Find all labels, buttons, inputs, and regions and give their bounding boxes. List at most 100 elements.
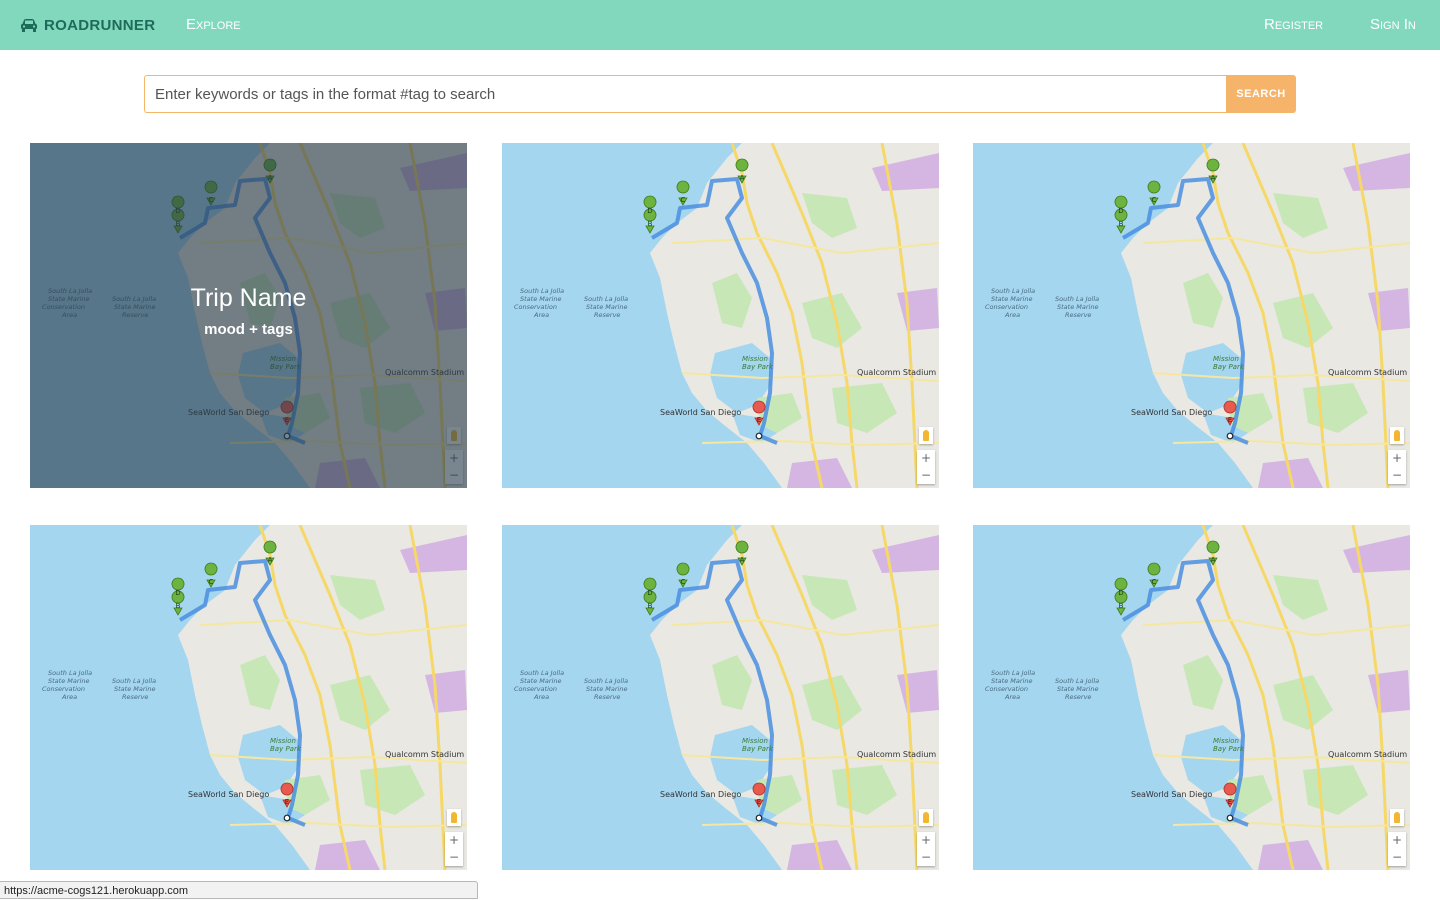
nav-register[interactable]: Register xyxy=(1264,0,1323,50)
svg-text:E: E xyxy=(1228,416,1232,424)
brand-link[interactable]: ROADRUNNER xyxy=(20,0,155,50)
svg-text:Mission: Mission xyxy=(742,355,768,363)
svg-text:Conservation: Conservation xyxy=(514,303,557,311)
svg-text:Bay Park: Bay Park xyxy=(1213,363,1245,371)
zoom-in-icon[interactable]: + xyxy=(1388,832,1406,849)
trip-card[interactable]: South La Jolla State Marine Conservation… xyxy=(502,525,939,870)
search-bar: SEARCH xyxy=(144,75,1296,113)
svg-text:State Marine: State Marine xyxy=(114,685,155,693)
zoom-in-icon[interactable]: + xyxy=(1388,450,1406,467)
svg-text:E: E xyxy=(1228,798,1232,806)
svg-text:State Marine: State Marine xyxy=(991,295,1032,303)
trip-name: Trip Name xyxy=(190,283,307,312)
zoom-out-icon[interactable]: − xyxy=(445,849,463,866)
svg-text:D: D xyxy=(647,589,652,597)
zoom-in-icon[interactable]: + xyxy=(917,450,935,467)
svg-text:A: A xyxy=(740,174,745,182)
trip-card[interactable]: South La Jolla State Marine Conservation… xyxy=(30,143,467,488)
svg-text:Qualcomm Stadium: Qualcomm Stadium xyxy=(385,750,464,759)
map-zoom-control: + − xyxy=(917,450,935,484)
svg-text:Qualcomm Stadium: Qualcomm Stadium xyxy=(1328,750,1407,759)
svg-text:State Marine: State Marine xyxy=(991,677,1032,685)
svg-text:Area: Area xyxy=(533,311,549,319)
trip-hover-overlay: Trip Name mood + tags xyxy=(30,143,467,488)
svg-text:Bay Park: Bay Park xyxy=(742,363,774,371)
svg-text:South La Jolla: South La Jolla xyxy=(520,669,564,677)
svg-text:Reserve: Reserve xyxy=(1065,693,1091,701)
svg-text:E: E xyxy=(285,798,289,806)
svg-text:D: D xyxy=(175,589,180,597)
street-view-pegman-icon[interactable] xyxy=(1390,809,1404,826)
svg-text:Mission: Mission xyxy=(1213,355,1239,363)
brand-label: ROADRUNNER xyxy=(44,16,156,34)
street-view-pegman-icon[interactable] xyxy=(447,809,461,826)
svg-text:D: D xyxy=(1118,207,1123,215)
svg-text:B: B xyxy=(176,602,181,610)
svg-text:SeaWorld San Diego: SeaWorld San Diego xyxy=(188,790,269,799)
car-icon xyxy=(21,19,37,32)
svg-text:C: C xyxy=(1152,578,1157,586)
svg-text:Qualcomm Stadium: Qualcomm Stadium xyxy=(857,368,936,377)
map-zoom-control: + − xyxy=(917,832,935,866)
svg-text:A: A xyxy=(1211,174,1216,182)
svg-text:Conservation: Conservation xyxy=(514,685,557,693)
svg-text:Conservation: Conservation xyxy=(985,685,1028,693)
trip-card[interactable]: South La Jolla State Marine Conservation… xyxy=(973,525,1410,870)
svg-text:State Marine: State Marine xyxy=(586,685,627,693)
svg-text:SeaWorld San Diego: SeaWorld San Diego xyxy=(660,408,741,417)
svg-text:C: C xyxy=(209,578,214,586)
svg-text:South La Jolla: South La Jolla xyxy=(1055,677,1099,685)
trip-card[interactable]: South La Jolla State Marine Conservation… xyxy=(502,143,939,488)
zoom-out-icon[interactable]: − xyxy=(917,849,935,866)
nav-explore[interactable]: Explore xyxy=(186,0,241,50)
svg-text:Bay Park: Bay Park xyxy=(1213,745,1245,753)
trip-card[interactable]: South La Jolla State Marine Conservation… xyxy=(973,143,1410,488)
svg-text:Qualcomm Stadium: Qualcomm Stadium xyxy=(857,750,936,759)
svg-text:C: C xyxy=(1152,196,1157,204)
svg-text:A: A xyxy=(1211,556,1216,564)
svg-text:A: A xyxy=(268,556,273,564)
svg-text:SeaWorld San Diego: SeaWorld San Diego xyxy=(1131,408,1212,417)
svg-text:Bay Park: Bay Park xyxy=(270,745,302,753)
svg-text:South La Jolla: South La Jolla xyxy=(584,295,628,303)
svg-text:Mission: Mission xyxy=(270,737,296,745)
zoom-out-icon[interactable]: − xyxy=(917,467,935,484)
street-view-pegman-icon[interactable] xyxy=(1390,427,1404,444)
navbar: ROADRUNNER Explore Register Sign In xyxy=(0,0,1440,50)
svg-text:B: B xyxy=(1119,602,1124,610)
svg-text:Reserve: Reserve xyxy=(1065,311,1091,319)
svg-text:South La Jolla: South La Jolla xyxy=(48,669,92,677)
svg-text:Qualcomm Stadium: Qualcomm Stadium xyxy=(1328,368,1407,377)
search-input[interactable] xyxy=(144,75,1226,113)
zoom-out-icon[interactable]: − xyxy=(1388,467,1406,484)
trip-card[interactable]: South La Jolla State Marine Conservation… xyxy=(30,525,467,870)
zoom-in-icon[interactable]: + xyxy=(917,832,935,849)
svg-text:Area: Area xyxy=(533,693,549,701)
svg-text:Reserve: Reserve xyxy=(122,693,148,701)
svg-text:South La Jolla: South La Jolla xyxy=(112,677,156,685)
svg-text:South La Jolla: South La Jolla xyxy=(1055,295,1099,303)
svg-text:Area: Area xyxy=(1004,311,1020,319)
svg-text:Bay Park: Bay Park xyxy=(742,745,774,753)
svg-text:B: B xyxy=(1119,220,1124,228)
svg-text:State Marine: State Marine xyxy=(520,677,561,685)
svg-text:D: D xyxy=(1118,589,1123,597)
svg-text:State Marine: State Marine xyxy=(48,677,89,685)
street-view-pegman-icon[interactable] xyxy=(919,809,933,826)
zoom-out-icon[interactable]: − xyxy=(1388,849,1406,866)
svg-text:SeaWorld San Diego: SeaWorld San Diego xyxy=(1131,790,1212,799)
svg-text:South La Jolla: South La Jolla xyxy=(520,287,564,295)
zoom-in-icon[interactable]: + xyxy=(445,832,463,849)
map-zoom-control: + − xyxy=(1388,832,1406,866)
svg-text:Area: Area xyxy=(61,693,77,701)
nav-sign-in[interactable]: Sign In xyxy=(1370,0,1416,50)
trip-mood-tags: mood + tags xyxy=(204,320,293,338)
svg-text:A: A xyxy=(740,556,745,564)
svg-text:Area: Area xyxy=(1004,693,1020,701)
browser-status-url: https://acme-cogs121.herokuapp.com xyxy=(0,881,478,899)
svg-text:Conservation: Conservation xyxy=(42,685,85,693)
search-button[interactable]: SEARCH xyxy=(1226,75,1296,113)
svg-text:State Marine: State Marine xyxy=(1057,685,1098,693)
street-view-pegman-icon[interactable] xyxy=(919,427,933,444)
svg-text:B: B xyxy=(648,602,653,610)
